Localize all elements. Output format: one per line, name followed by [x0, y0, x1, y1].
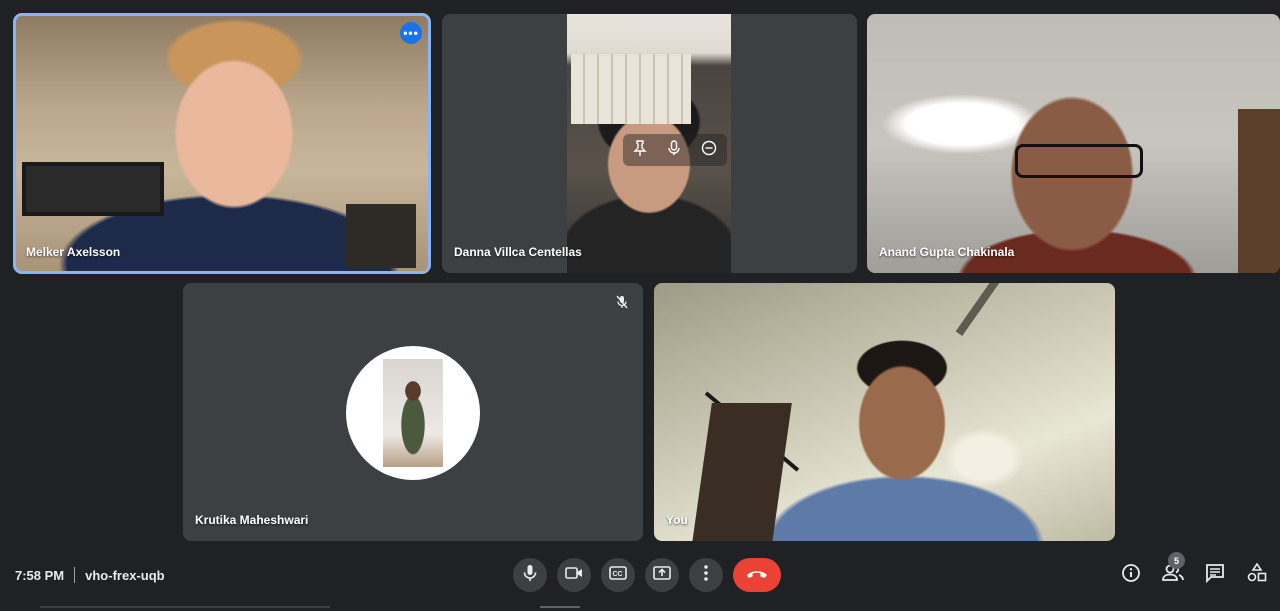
tile-hover-controls [623, 134, 727, 166]
door [1238, 109, 1280, 273]
end-call-icon [746, 566, 768, 584]
participant-name: Melker Axelsson [26, 245, 121, 259]
scrollbar-track [40, 606, 330, 608]
more-vert-icon [704, 564, 708, 586]
participant-tile-anand[interactable]: Anand Gupta Chakinala [867, 14, 1280, 273]
info-icon [1121, 563, 1141, 588]
videocam-icon [565, 566, 583, 585]
side-controls: 5 [1118, 552, 1270, 588]
participant-tile-melker[interactable]: ••• Melker Axelsson [13, 13, 431, 274]
mute-participant-icon[interactable] [667, 140, 681, 160]
present-screen-icon [653, 565, 671, 585]
curtain [692, 403, 792, 541]
people-count-badge: 5 [1168, 552, 1185, 569]
avatar [346, 346, 480, 480]
wall-picture [22, 162, 164, 216]
participant-tile-danna[interactable]: Danna Villca Centellas [442, 14, 857, 273]
activities-icon [1247, 562, 1267, 588]
microphone-button[interactable] [513, 558, 547, 592]
avatar-photo [383, 359, 443, 467]
participant-name: Krutika Maheshwari [195, 513, 309, 527]
activities-button[interactable] [1244, 562, 1270, 588]
divider [74, 567, 76, 583]
more-horiz-icon: ••• [403, 26, 419, 40]
captions-button[interactable]: CC [601, 558, 635, 592]
camera-button[interactable] [557, 558, 591, 592]
meeting-time: 7:58 PM [15, 567, 65, 583]
participant-name: Danna Villca Centellas [454, 245, 582, 259]
main-controls: CC [513, 558, 781, 592]
chat-icon [1205, 563, 1225, 588]
pin-icon[interactable] [633, 140, 647, 160]
participant-name: Anand Gupta Chakinala [879, 245, 1015, 259]
meeting-details: 7:58 PM vho-frex-uqb [15, 567, 165, 583]
tile-more-options-button[interactable]: ••• [400, 22, 422, 44]
meeting-code: vho-frex-uqb [85, 567, 165, 583]
participant-video [567, 14, 731, 273]
end-call-button[interactable] [733, 558, 781, 592]
remove-participant-icon[interactable] [701, 140, 717, 160]
shelf [346, 204, 416, 268]
scrollbar-thumb[interactable] [540, 606, 580, 608]
call-controls-bar: 7:58 PM vho-frex-uqb CC 5 [0, 548, 1280, 611]
people-button[interactable]: 5 [1160, 552, 1186, 588]
more-options-button[interactable] [689, 558, 723, 592]
glasses [1015, 144, 1143, 178]
closed-captions-icon: CC [609, 565, 627, 585]
meeting-details-button[interactable] [1118, 562, 1144, 588]
participant-tile-krutika[interactable]: Krutika Maheshwari [183, 283, 643, 541]
svg-text:CC: CC [613, 571, 623, 578]
chat-button[interactable] [1202, 562, 1228, 588]
microphone-icon [522, 564, 538, 587]
participant-tile-self[interactable]: You [654, 283, 1115, 541]
ceiling-fan [955, 283, 1003, 336]
participant-name: You [666, 513, 688, 527]
present-screen-button[interactable] [645, 558, 679, 592]
shelf-boxes [571, 54, 691, 124]
mic-off-icon [611, 291, 633, 313]
